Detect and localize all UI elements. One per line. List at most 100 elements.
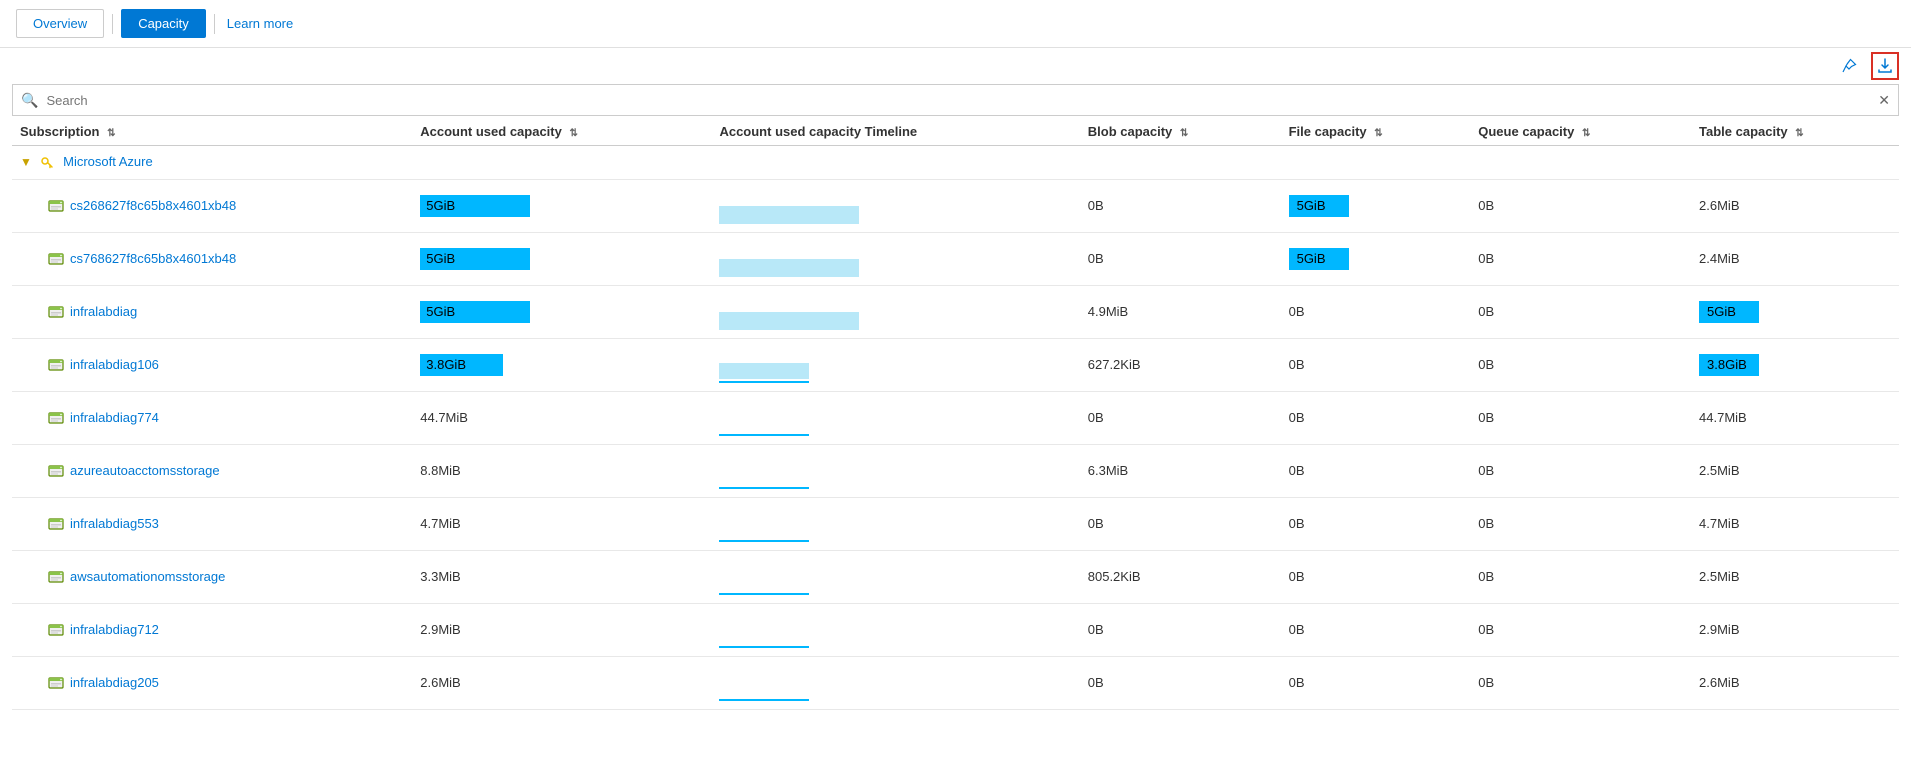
sort-icon-auc[interactable]: ⇅ <box>569 128 577 139</box>
group-row-azure: ▼ Microsoft Azure <box>12 146 1899 180</box>
sort-icon-file[interactable]: ⇅ <box>1374 128 1382 139</box>
expand-icon[interactable]: ▼ <box>20 155 32 169</box>
table-row: infralabdiag106 3.8GiB 627.2KiB0B0B3.8Gi… <box>12 338 1899 391</box>
subscription-cell: infralabdiag205 <box>12 656 412 709</box>
file-capacity-cell: 0B <box>1281 285 1471 338</box>
col-queue: Queue capacity ⇅ <box>1470 116 1691 146</box>
used-capacity-cell: 3.8GiB <box>412 338 711 391</box>
blob-capacity-cell: 627.2KiB <box>1080 338 1281 391</box>
file-capacity-cell: 0B <box>1281 603 1471 656</box>
queue-capacity-cell: 0B <box>1470 550 1691 603</box>
file-capacity-cell: 5GiB <box>1281 179 1471 232</box>
file-capacity-cell: 0B <box>1281 391 1471 444</box>
used-capacity-cell: 5GiB <box>412 232 711 285</box>
queue-capacity-cell: 0B <box>1470 338 1691 391</box>
table-capacity-cell: 2.6MiB <box>1691 656 1899 709</box>
table-row: infralabdiag712 2.9MiB 0B0B0B2.9MiB <box>12 603 1899 656</box>
queue-capacity-cell: 0B <box>1470 232 1691 285</box>
sort-icon-table[interactable]: ⇅ <box>1795 128 1803 139</box>
used-capacity-cell: 2.9MiB <box>412 603 711 656</box>
blob-capacity-cell: 805.2KiB <box>1080 550 1281 603</box>
table-row: infralabdiag 5GiB 4.9MiB0B0B5GiB <box>12 285 1899 338</box>
file-capacity-cell: 0B <box>1281 497 1471 550</box>
sort-icon-subscription[interactable]: ⇅ <box>107 128 115 139</box>
timeline-cell <box>711 497 1079 550</box>
table-capacity-cell: 2.9MiB <box>1691 603 1899 656</box>
timeline-cell <box>711 179 1079 232</box>
resource-link[interactable]: awsautomationomsstorage <box>70 569 225 584</box>
blob-capacity-cell: 4.9MiB <box>1080 285 1281 338</box>
timeline-cell <box>711 603 1079 656</box>
table-row: infralabdiag205 2.6MiB 0B0B0B2.6MiB <box>12 656 1899 709</box>
resource-link[interactable]: cs268627f8c65b8x4601xb48 <box>70 198 236 213</box>
resource-link[interactable]: infralabdiag205 <box>70 675 159 690</box>
table-row: awsautomationomsstorage 3.3MiB 805.2KiB0… <box>12 550 1899 603</box>
capacity-button[interactable]: Capacity <box>121 9 206 38</box>
timeline-cell <box>711 338 1079 391</box>
table-row: infralabdiag774 44.7MiB 0B0B0B44.7MiB <box>12 391 1899 444</box>
subscription-cell: infralabdiag106 <box>12 338 412 391</box>
file-capacity-cell: 0B <box>1281 444 1471 497</box>
queue-capacity-cell: 0B <box>1470 285 1691 338</box>
file-capacity-cell: 5GiB <box>1281 232 1471 285</box>
sort-icon-queue[interactable]: ⇅ <box>1582 128 1590 139</box>
file-capacity-cell: 0B <box>1281 338 1471 391</box>
capacity-table: Subscription ⇅ Account used capacity ⇅ A… <box>12 116 1899 710</box>
table-capacity-cell: 2.5MiB <box>1691 550 1899 603</box>
used-capacity-cell: 44.7MiB <box>412 391 711 444</box>
resource-link[interactable]: infralabdiag106 <box>70 357 159 372</box>
resource-link[interactable]: infralabdiag712 <box>70 622 159 637</box>
used-capacity-cell: 8.8MiB <box>412 444 711 497</box>
used-capacity-cell: 2.6MiB <box>412 656 711 709</box>
timeline-cell <box>711 550 1079 603</box>
blob-capacity-cell: 0B <box>1080 603 1281 656</box>
col-table-capacity: Table capacity ⇅ <box>1691 116 1899 146</box>
table-header-row: Subscription ⇅ Account used capacity ⇅ A… <box>12 116 1899 146</box>
blob-capacity-cell: 0B <box>1080 391 1281 444</box>
blob-capacity-cell: 0B <box>1080 232 1281 285</box>
used-capacity-cell: 5GiB <box>412 179 711 232</box>
col-blob: Blob capacity ⇅ <box>1080 116 1281 146</box>
sort-icon-blob[interactable]: ⇅ <box>1180 128 1188 139</box>
used-capacity-cell: 3.3MiB <box>412 550 711 603</box>
table-row: infralabdiag553 4.7MiB 0B0B0B4.7MiB <box>12 497 1899 550</box>
download-icon[interactable] <box>1871 52 1899 80</box>
search-bar: 🔍 ✕ <box>12 84 1899 116</box>
timeline-cell <box>711 285 1079 338</box>
timeline-cell <box>711 391 1079 444</box>
search-input[interactable] <box>46 93 1878 108</box>
blob-capacity-cell: 0B <box>1080 179 1281 232</box>
resource-link[interactable]: infralabdiag <box>70 304 137 319</box>
table-row: cs768627f8c65b8x4601xb48 5GiB 0B5GiB0B2.… <box>12 232 1899 285</box>
queue-capacity-cell: 0B <box>1470 444 1691 497</box>
subscription-cell: infralabdiag <box>12 285 412 338</box>
pin-icon[interactable] <box>1835 52 1863 80</box>
queue-capacity-cell: 0B <box>1470 497 1691 550</box>
file-capacity-cell: 0B <box>1281 550 1471 603</box>
search-clear-icon[interactable]: ✕ <box>1878 92 1890 109</box>
table-capacity-cell: 2.5MiB <box>1691 444 1899 497</box>
table-row: azureautoacctomsstorage 8.8MiB 6.3MiB0B0… <box>12 444 1899 497</box>
blob-capacity-cell: 6.3MiB <box>1080 444 1281 497</box>
learn-more-link[interactable]: Learn more <box>223 10 297 37</box>
col-subscription: Subscription ⇅ <box>12 116 412 146</box>
table-capacity-cell: 5GiB <box>1691 285 1899 338</box>
resource-link[interactable]: cs768627f8c65b8x4601xb48 <box>70 251 236 266</box>
used-capacity-cell: 5GiB <box>412 285 711 338</box>
table-capacity-cell: 2.4MiB <box>1691 232 1899 285</box>
resource-link[interactable]: infralabdiag553 <box>70 516 159 531</box>
table-capacity-cell: 3.8GiB <box>1691 338 1899 391</box>
overview-button[interactable]: Overview <box>16 9 104 38</box>
resource-link[interactable]: azureautoacctomsstorage <box>70 463 220 478</box>
queue-capacity-cell: 0B <box>1470 391 1691 444</box>
group-name[interactable]: Microsoft Azure <box>63 154 153 169</box>
blob-capacity-cell: 0B <box>1080 497 1281 550</box>
subscription-cell: awsautomationomsstorage <box>12 550 412 603</box>
search-icon: 🔍 <box>21 92 38 109</box>
nav-separator-2 <box>214 14 215 34</box>
resource-link[interactable]: infralabdiag774 <box>70 410 159 425</box>
timeline-cell <box>711 232 1079 285</box>
key-icon <box>40 154 58 169</box>
subscription-cell: infralabdiag553 <box>12 497 412 550</box>
table-capacity-cell: 44.7MiB <box>1691 391 1899 444</box>
